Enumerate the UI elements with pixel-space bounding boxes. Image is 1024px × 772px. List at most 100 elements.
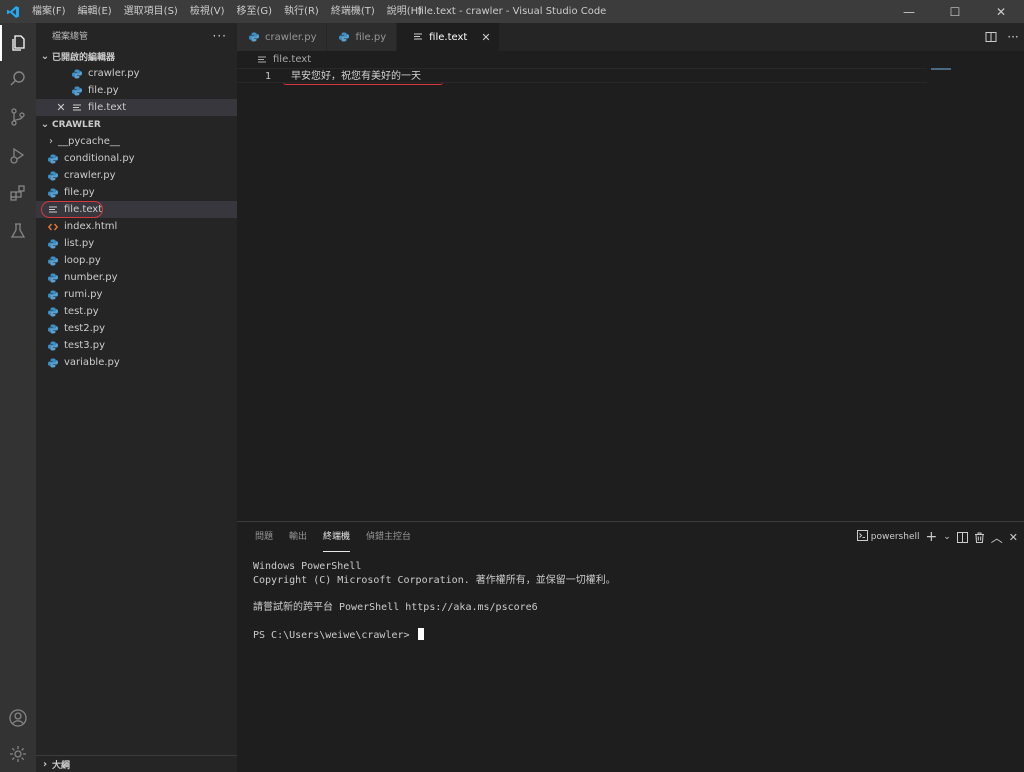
python-file-icon (46, 306, 60, 318)
file-item[interactable]: conditional.py (36, 150, 237, 167)
file-name: test3.py (64, 340, 106, 351)
open-editors-section[interactable]: ⌄ 已開啟的編輯器 (36, 48, 237, 65)
maximize-button[interactable]: ☐ (932, 0, 978, 23)
file-item[interactable]: list.py (36, 235, 237, 252)
panel-tab[interactable]: 問題 (255, 522, 273, 552)
file-name: number.py (64, 272, 118, 283)
open-editor-item[interactable]: file.py (36, 82, 237, 99)
more-actions-icon[interactable]: ··· (1002, 30, 1024, 44)
menu-item[interactable]: 說明(H) (381, 0, 428, 23)
file-item[interactable]: file.text (36, 201, 237, 218)
trash-icon[interactable] (974, 532, 985, 543)
python-file-icon (70, 68, 84, 80)
panel-tab[interactable]: 終端機 (323, 522, 351, 552)
file-item[interactable]: test2.py (36, 320, 237, 337)
run-debug-icon[interactable] (0, 137, 36, 173)
folder-tree: › __pycache__ conditional.py crawler.py file… (36, 133, 237, 371)
testing-icon[interactable] (0, 213, 36, 249)
terminal-line: Copyright (C) Microsoft Corporation. 著作權… (253, 575, 616, 586)
account-icon[interactable] (0, 700, 36, 736)
search-icon[interactable] (0, 61, 36, 97)
file-item[interactable]: test.py (36, 303, 237, 320)
editor-area[interactable]: 1 早安您好，祝您有美好的一天 (237, 68, 1024, 521)
line-number: 1 (264, 71, 271, 82)
file-name: test.py (64, 306, 99, 317)
more-actions-icon[interactable]: ··· (213, 29, 227, 43)
tab-file-text[interactable]: file.text ✕ (397, 23, 500, 51)
outline-section[interactable]: › 大綱 (36, 755, 237, 772)
file-item[interactable]: index.html (36, 218, 237, 235)
title-bar: 檔案(F) 編輯(E) 選取項目(S) 檢視(V) 移至(G) 執行(R) 終端機(T) 說明… (0, 0, 1024, 23)
terminal-shell-selector[interactable]: powershell (856, 530, 919, 544)
files-icon[interactable] (0, 25, 36, 61)
bottom-panel: 問題 輸出 終端機 偵錯主控台 powershell + ⌄ ︿ ✕ Windows … (237, 521, 1024, 772)
html-file-icon (46, 221, 60, 233)
menu-item[interactable]: 編輯(E) (72, 0, 118, 23)
file-item[interactable]: number.py (36, 269, 237, 286)
terminal-line: Windows PowerShell (253, 561, 362, 572)
file-item[interactable]: test3.py (36, 337, 237, 354)
panel-tab[interactable]: 偵錯主控台 (366, 522, 411, 552)
close-panel-icon[interactable]: ✕ (1009, 531, 1018, 544)
panel-tab[interactable]: 輸出 (289, 522, 307, 552)
breadcrumb-file[interactable]: file.text (273, 54, 311, 65)
open-editor-item[interactable]: crawler.py (36, 65, 237, 82)
new-terminal-icon[interactable]: + (925, 529, 937, 545)
extensions-icon[interactable] (0, 175, 36, 211)
explorer-sidebar: 檔案總管 ··· ⌄ 已開啟的編輯器 crawler.py file.py ✕ fil… (36, 23, 237, 772)
file-item[interactable]: rumi.py (36, 286, 237, 303)
red-underline-annotation (283, 82, 443, 85)
menu-item[interactable]: 檔案(F) (26, 0, 72, 23)
close-icon[interactable]: ✕ (481, 31, 490, 44)
tab-crawler-py[interactable]: crawler.py (237, 23, 328, 51)
terminal-output[interactable]: Windows PowerShell Copyright (C) Microsof… (253, 560, 616, 642)
open-editor-item[interactable]: ✕ file.text (36, 99, 237, 116)
explorer-header: 檔案總管 ··· (36, 23, 237, 48)
text-file-icon (255, 54, 269, 66)
python-file-icon (46, 187, 60, 199)
folder-title: CRAWLER (52, 119, 101, 130)
menu-item[interactable]: 檢視(V) (184, 0, 231, 23)
menu-item[interactable]: 執行(R) (278, 0, 325, 23)
maximize-panel-icon[interactable]: ︿ (991, 529, 1003, 546)
split-terminal-icon[interactable] (956, 531, 968, 543)
settings-gear-icon[interactable] (0, 736, 36, 772)
tab-file-py[interactable]: file.py (327, 23, 398, 51)
text-file-icon (411, 31, 425, 43)
terminal-cursor (417, 628, 424, 640)
split-editor-icon[interactable] (980, 31, 1002, 43)
menu-item[interactable]: 移至(G) (231, 0, 279, 23)
activity-bar (0, 23, 36, 772)
source-control-icon[interactable] (0, 99, 36, 135)
file-name: crawler.py (64, 170, 116, 181)
panel-tabs: 問題 輸出 終端機 偵錯主控台 (247, 522, 419, 552)
folder-item[interactable]: › __pycache__ (36, 133, 237, 150)
breadcrumb[interactable]: file.text (237, 51, 1024, 68)
file-item[interactable]: crawler.py (36, 167, 237, 184)
python-file-icon (70, 85, 84, 97)
python-file-icon (46, 238, 60, 250)
python-file-icon (46, 153, 60, 165)
minimize-button[interactable]: — (886, 0, 932, 23)
window-controls: — ☐ ✕ (886, 0, 1024, 23)
editor-tabs: crawler.py file.py file.text ✕ ··· (237, 23, 1024, 51)
close-icon[interactable]: ✕ (54, 101, 68, 114)
open-editors-title: 已開啟的編輯器 (52, 53, 116, 63)
menu-item[interactable]: 選取項目(S) (118, 0, 184, 23)
python-file-icon (247, 31, 261, 43)
python-file-icon (46, 357, 60, 369)
file-name: test2.py (64, 323, 106, 334)
file-item[interactable]: variable.py (36, 354, 237, 371)
code-line[interactable]: 1 早安您好，祝您有美好的一天 (237, 68, 927, 85)
folder-section[interactable]: ⌄ CRAWLER (36, 116, 237, 133)
file-item[interactable]: loop.py (36, 252, 237, 269)
chevron-right-icon: › (42, 758, 48, 770)
file-name: variable.py (64, 357, 120, 368)
outline-title: 大綱 (52, 760, 71, 771)
close-window-button[interactable]: ✕ (978, 0, 1024, 23)
chevron-down-icon[interactable]: ⌄ (943, 532, 951, 542)
file-item[interactable]: file.py (36, 184, 237, 201)
menu-item[interactable]: 終端機(T) (325, 0, 381, 23)
